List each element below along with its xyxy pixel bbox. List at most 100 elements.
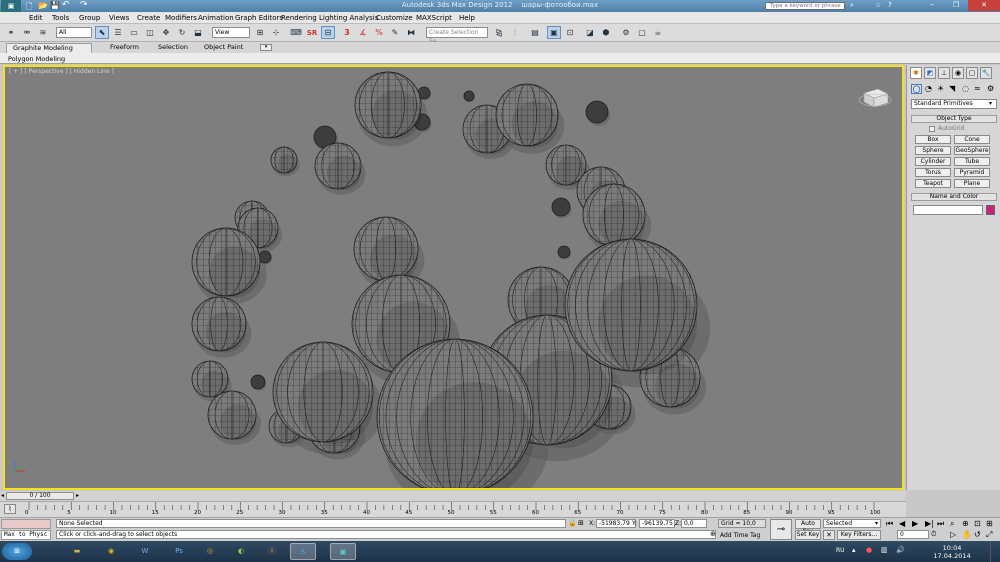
menu-help[interactable]: Help: [459, 14, 475, 22]
set-key-icon[interactable]: ⊸: [770, 519, 792, 540]
ref-coord-dropdown[interactable]: View: [212, 27, 250, 38]
time-tag-icon[interactable]: ⊕: [710, 530, 716, 538]
autogrid-checkbox[interactable]: [929, 126, 935, 132]
bind-spacewarp-icon[interactable]: ≋: [36, 26, 50, 39]
menu-maxscript[interactable]: MAXScript: [416, 14, 452, 22]
time-prev-icon[interactable]: ◂: [1, 492, 4, 499]
add-time-tag[interactable]: Add Time Tag: [720, 532, 760, 539]
tab-graphite-modeling-tools[interactable]: Graphite Modeling Tools: [6, 43, 92, 61]
tray-app-icon[interactable]: ●: [866, 546, 872, 554]
viewcube-icon[interactable]: [858, 87, 892, 109]
maxscript-mini-listener[interactable]: [1, 519, 51, 529]
tab-freeform[interactable]: Freeform: [104, 43, 145, 53]
chrome-icon[interactable]: ◉: [98, 543, 124, 560]
time-config-icon[interactable]: ⏱: [931, 530, 936, 539]
goto-end-icon[interactable]: ⏭: [937, 519, 944, 529]
key-filters-button[interactable]: Key Filters...: [837, 530, 881, 540]
start-button-icon[interactable]: ⊞: [2, 543, 32, 560]
lights-icon[interactable]: ☀: [937, 84, 944, 93]
volume-icon[interactable]: 🔊: [896, 546, 905, 554]
prev-frame-icon[interactable]: ◀: [899, 519, 905, 528]
zoom-extents-all-icon[interactable]: ⊞: [986, 519, 993, 528]
render-production-icon[interactable]: ☕: [651, 26, 665, 39]
move-icon[interactable]: ✥: [159, 26, 173, 39]
x-coord-field[interactable]: -51983,79: [596, 519, 636, 528]
select-link-icon[interactable]: ⚭: [4, 26, 18, 39]
menu-modifiers[interactable]: Modifiers: [165, 14, 197, 22]
play-icon[interactable]: ▶: [912, 519, 918, 528]
cone-button[interactable]: Cone: [954, 135, 990, 144]
display-tab-icon[interactable]: ▢: [966, 67, 978, 79]
perspective-viewport[interactable]: [ + ] [ Perspective ] [ Hidden Line ]: [3, 65, 904, 490]
geometry-icon[interactable]: ◯: [911, 84, 922, 94]
zoom-extents-icon[interactable]: ⊡: [974, 519, 981, 528]
keyboard-shortcut-icon[interactable]: ⌨: [289, 26, 303, 39]
torus-button[interactable]: Torus: [915, 168, 951, 177]
auto-key-button[interactable]: Auto Key: [795, 519, 821, 535]
help-icon[interactable]: ?: [888, 1, 892, 9]
object-name-field[interactable]: [913, 205, 983, 215]
zoom-icon[interactable]: ⌕: [950, 519, 954, 529]
select-by-name-icon[interactable]: ☰: [111, 26, 125, 39]
pan-icon[interactable]: ✋: [962, 530, 972, 539]
absolute-mode-icon[interactable]: ⊞: [578, 519, 584, 527]
green-app-icon[interactable]: ◐: [228, 543, 254, 560]
menu-graph-editors[interactable]: Graph Editors: [235, 14, 283, 22]
opera-icon[interactable]: ◎: [197, 543, 223, 560]
render-setup-icon[interactable]: ⚙: [619, 26, 633, 39]
z-coord-field[interactable]: 0,0: [681, 519, 707, 528]
pyramid-button[interactable]: Pyramid: [954, 168, 990, 177]
3dsmax-taskbar-icon[interactable]: ▣: [330, 543, 356, 560]
key-filters-icon[interactable]: ✕: [823, 530, 835, 540]
odnoklassniki-icon[interactable]: ⓞ: [259, 543, 285, 560]
window-crossing-icon[interactable]: ◫: [143, 26, 157, 39]
orbit-icon[interactable]: ↺: [974, 530, 981, 539]
tab-object-paint[interactable]: Object Paint: [198, 43, 249, 53]
rect-selection-icon[interactable]: ▭: [127, 26, 141, 39]
search-input[interactable]: Type a keyword or phrase: [765, 2, 845, 10]
fov-icon[interactable]: ▷: [950, 530, 956, 539]
skype-icon[interactable]: S: [290, 543, 316, 560]
selection-filter-dropdown[interactable]: All: [56, 27, 92, 38]
polygon-modeling-panel[interactable]: Polygon Modeling: [8, 55, 65, 63]
tube-button[interactable]: Tube: [954, 157, 990, 166]
wireframe-sphere[interactable]: [585, 100, 609, 124]
wireframe-sphere[interactable]: [191, 360, 229, 398]
name-and-color-rollout[interactable]: Name and Color: [911, 193, 997, 201]
menu-tools[interactable]: Tools: [52, 14, 69, 22]
key-mode-dropdown[interactable]: Selected: [823, 519, 881, 528]
motion-tab-icon[interactable]: ◉: [952, 67, 964, 79]
wireframe-sphere[interactable]: [258, 250, 272, 264]
star-icon[interactable]: ☆: [875, 1, 881, 9]
object-color-swatch[interactable]: [986, 205, 995, 215]
wireframe-sphere[interactable]: [463, 90, 475, 102]
modify-tab-icon[interactable]: ◩: [924, 67, 936, 79]
scale-icon[interactable]: ⬓: [191, 26, 205, 39]
set-key-button[interactable]: Set Key: [795, 530, 821, 540]
edit-named-sel-icon[interactable]: ✎: [388, 26, 402, 39]
next-frame-icon[interactable]: ▶|: [925, 519, 934, 528]
lock-selection-icon[interactable]: 🔒: [568, 519, 577, 527]
menu-group[interactable]: Group: [79, 14, 100, 22]
menu-customize[interactable]: Customize: [376, 14, 413, 22]
close-button[interactable]: ✕: [968, 0, 1000, 11]
category-dropdown[interactable]: Standard Primitives: [911, 99, 997, 109]
maxscript-listener-output[interactable]: Max to Physc: [1, 530, 51, 540]
photoshop-icon[interactable]: Ps: [166, 543, 192, 560]
current-frame-field[interactable]: 0: [897, 530, 929, 539]
language-indicator[interactable]: RU: [836, 547, 845, 554]
select-object-icon[interactable]: ⬉: [95, 26, 109, 39]
menu-lighting-analysis[interactable]: Lighting Analysis: [319, 14, 378, 22]
rotate-icon[interactable]: ↻: [175, 26, 189, 39]
tab-selection[interactable]: Selection: [152, 43, 194, 53]
wireframe-sphere[interactable]: [376, 338, 534, 488]
mirror-toggle-icon[interactable]: ⊟: [321, 26, 335, 39]
cylinder-button[interactable]: Cylinder: [915, 157, 951, 166]
geosphere-button[interactable]: GeoSphere: [954, 146, 990, 155]
clock-date[interactable]: 17.04.2014: [932, 552, 972, 560]
hierarchy-tab-icon[interactable]: ⊥: [938, 67, 950, 79]
snap-toggle-icon[interactable]: SR: [305, 26, 319, 39]
tray-arrow-icon[interactable]: ▴: [852, 546, 856, 554]
time-next-icon[interactable]: ▸: [76, 492, 79, 499]
mirror-tool-icon[interactable]: ⧎: [492, 26, 506, 39]
